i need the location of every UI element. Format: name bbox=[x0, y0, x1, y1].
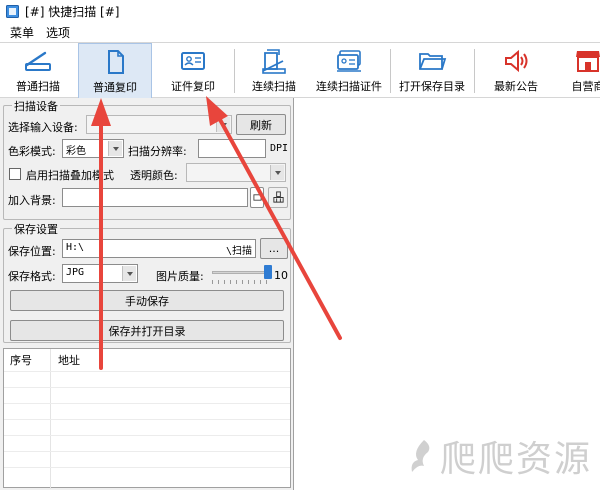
folder-icon bbox=[419, 53, 447, 70]
settings-panel: 扫描设备 选择输入设备: 刷新 色彩模式: 彩色 扫描分辨率: DPI 启用扫描… bbox=[0, 98, 294, 490]
brush-button[interactable] bbox=[268, 187, 288, 208]
scanner-icon bbox=[25, 51, 51, 71]
folder-icon bbox=[252, 194, 262, 201]
table-row bbox=[4, 435, 290, 436]
color-mode-value: 彩色 bbox=[66, 146, 86, 157]
chevron-down-icon bbox=[108, 141, 122, 156]
table-row bbox=[4, 387, 290, 388]
id-card-icon bbox=[181, 52, 205, 70]
toolbar-separator bbox=[234, 49, 235, 93]
transparent-color-label: 透明颜色: bbox=[130, 169, 178, 182]
menu-bar: 菜单 选项 bbox=[0, 22, 600, 42]
quality-slider-thumb[interactable] bbox=[264, 265, 272, 279]
color-mode-select[interactable]: 彩色 bbox=[62, 139, 124, 158]
save-location-label: 保存位置: bbox=[8, 245, 56, 258]
toolbar-label: 连续扫描证件 bbox=[316, 80, 382, 93]
toolbar-continuous-id-scan-button[interactable]: 连续扫描证件 bbox=[312, 43, 386, 99]
save-location-value: H:\ bbox=[66, 242, 85, 253]
toolbar-open-folder-button[interactable]: 打开保存目录 bbox=[394, 43, 470, 99]
resolution-input[interactable] bbox=[198, 139, 266, 158]
column-header-index[interactable]: 序号 bbox=[6, 349, 36, 369]
save-format-select[interactable]: JPG bbox=[62, 264, 138, 283]
window-title: [#] 快捷扫描 [#] bbox=[25, 4, 120, 19]
menu-options[interactable]: 选项 bbox=[40, 24, 76, 41]
watermark: 爬爬资源 bbox=[406, 430, 592, 482]
toolbar-label: 最新公告 bbox=[494, 80, 538, 93]
toolbar-continuous-scan-button[interactable]: 连续扫描 bbox=[238, 43, 310, 99]
document-icon bbox=[108, 50, 124, 74]
table-row bbox=[4, 403, 290, 404]
toolbar: 普通扫描 普通复印 证件复印 连续扫描 连续扫描证件 打开保存目录 最新公告 自… bbox=[0, 42, 600, 99]
toolbar-label: 连续扫描 bbox=[252, 80, 296, 93]
background-label: 加入背景: bbox=[8, 194, 56, 207]
chevron-down-icon bbox=[270, 165, 284, 180]
table-row bbox=[4, 467, 290, 468]
group-title: 保存设置 bbox=[12, 221, 60, 237]
browse-button[interactable]: ... bbox=[260, 238, 288, 259]
toolbar-store-button[interactable]: 自营商 bbox=[558, 43, 600, 99]
toolbar-id-copy-button[interactable]: 证件复印 bbox=[156, 43, 230, 99]
brush-icon bbox=[272, 191, 284, 203]
toolbar-label: 自营商 bbox=[571, 80, 600, 93]
stack-scan-icon bbox=[262, 49, 286, 74]
column-header-address[interactable]: 地址 bbox=[54, 349, 84, 369]
megaphone-icon bbox=[505, 49, 528, 73]
chevron-down-icon bbox=[216, 117, 230, 132]
save-open-folder-button[interactable]: 保存并打开目录 bbox=[10, 320, 284, 341]
transparent-color-select[interactable] bbox=[186, 163, 286, 182]
device-label: 选择输入设备: bbox=[8, 121, 78, 134]
save-location-input[interactable]: H:\ \扫描 bbox=[62, 239, 256, 258]
save-format-label: 保存格式: bbox=[8, 270, 56, 283]
toolbar-normal-copy-button[interactable]: 普通复印 bbox=[78, 43, 152, 99]
table-row bbox=[4, 371, 290, 372]
store-icon bbox=[576, 51, 600, 72]
menu-main[interactable]: 菜单 bbox=[4, 24, 40, 41]
save-format-value: JPG bbox=[66, 267, 85, 278]
file-list-table[interactable]: 序号 地址 bbox=[3, 348, 291, 489]
toolbar-separator bbox=[390, 49, 391, 93]
manual-save-button[interactable]: 手动保存 bbox=[10, 290, 284, 311]
quality-value: 10 bbox=[274, 269, 288, 282]
device-select[interactable] bbox=[86, 115, 232, 134]
overlay-mode-label: 启用扫描叠加模式 bbox=[26, 169, 114, 182]
table-row bbox=[4, 419, 290, 420]
toolbar-separator bbox=[474, 49, 475, 93]
quality-slider-track[interactable] bbox=[212, 271, 268, 274]
toolbar-label: 普通复印 bbox=[93, 81, 137, 94]
app-icon bbox=[6, 4, 19, 18]
toolbar-label: 证件复印 bbox=[171, 80, 215, 93]
quality-label: 图片质量: bbox=[156, 270, 204, 283]
resolution-unit: DPI bbox=[270, 143, 289, 154]
title-bar: [#] 快捷扫描 [#] bbox=[0, 0, 600, 22]
background-browse-button[interactable] bbox=[250, 187, 264, 208]
refresh-button[interactable]: 刷新 bbox=[236, 114, 286, 135]
table-row bbox=[4, 451, 290, 452]
toolbar-normal-scan-button[interactable]: 普通扫描 bbox=[2, 43, 74, 99]
group-title: 扫描设备 bbox=[12, 98, 60, 114]
color-mode-label: 色彩模式: bbox=[8, 145, 56, 158]
toolbar-label: 普通扫描 bbox=[16, 80, 60, 93]
resolution-label: 扫描分辨率: bbox=[128, 145, 187, 158]
chevron-down-icon bbox=[122, 266, 136, 281]
overlay-mode-checkbox[interactable] bbox=[9, 168, 21, 180]
quality-slider-ticks bbox=[212, 280, 268, 284]
toolbar-announcement-button[interactable]: 最新公告 bbox=[480, 43, 552, 99]
save-location-suffix: \扫描 bbox=[225, 246, 252, 257]
watermark-text: 爬爬资源 bbox=[439, 439, 592, 480]
watermark-logo bbox=[411, 440, 430, 472]
toolbar-label: 打开保存目录 bbox=[399, 80, 465, 93]
stack-id-icon bbox=[337, 50, 361, 72]
background-input[interactable] bbox=[62, 188, 248, 207]
